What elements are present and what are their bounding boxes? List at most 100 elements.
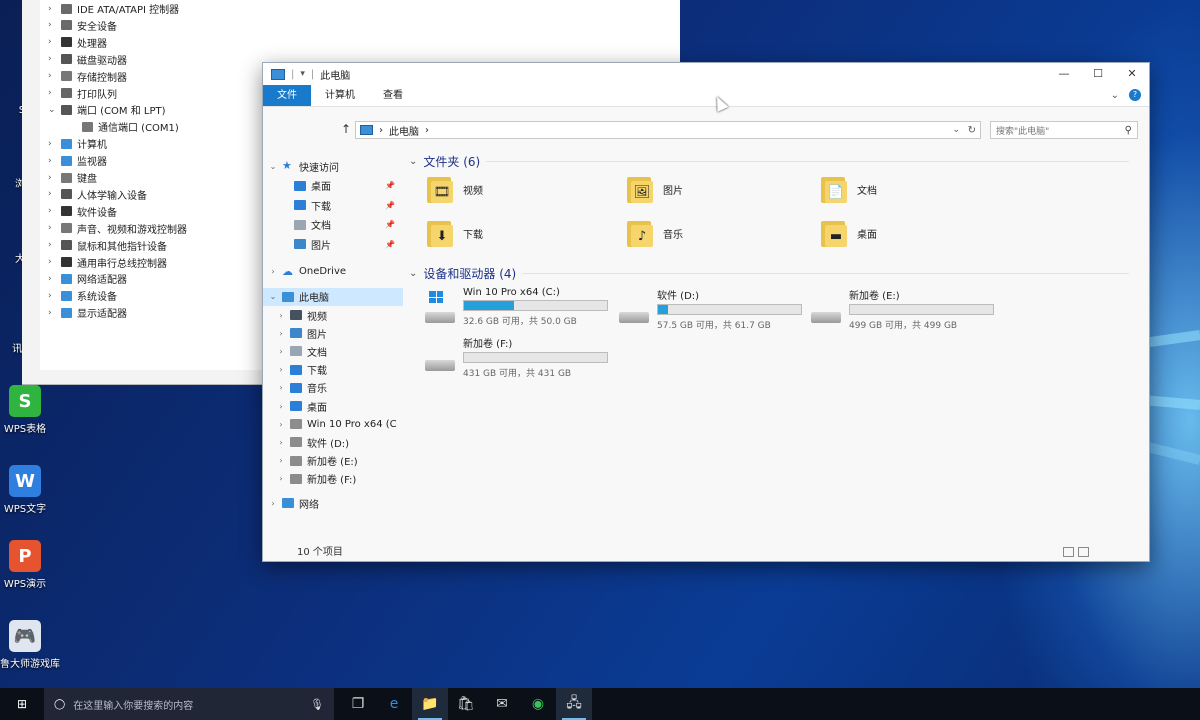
navigation-pane[interactable]: ⌄ ★ 快速访问 桌面 📌 下载 📌 文档 📌 图片 📌 › ☁ OneDrive ⌄ 此电脑 › 视频 › 图片 › 文… <box>263 149 403 539</box>
device-category[interactable]: › 存储控制器 <box>48 68 127 85</box>
device-category[interactable]: › 网络适配器 <box>48 270 127 287</box>
nav-this-pc-item[interactable]: › 下载 <box>263 361 403 379</box>
breadcrumb-separator[interactable]: › <box>425 125 429 136</box>
expand-arrow-icon[interactable]: › <box>48 54 56 64</box>
nav-this-pc-item[interactable]: › 新加卷 (E:) <box>263 452 403 470</box>
expand-arrow-icon[interactable]: › <box>48 206 56 216</box>
device-category[interactable]: › 鼠标和其他指针设备 <box>48 237 167 254</box>
pin-icon[interactable]: 📌 <box>385 201 395 210</box>
device-category[interactable]: › 计算机 <box>48 135 107 152</box>
expand-arrow-icon[interactable]: › <box>277 474 285 483</box>
chevron-down-icon[interactable]: ⌄ <box>409 268 417 279</box>
breadcrumb[interactable]: 此电脑 <box>389 123 419 138</box>
device-category[interactable]: › 安全设备 <box>48 17 117 34</box>
expand-ribbon-icon[interactable]: ⌄ <box>1111 90 1119 101</box>
nav-network[interactable]: › 网络 <box>263 494 403 512</box>
folder-item[interactable]: 🖼 图片 <box>627 173 683 205</box>
device-category[interactable]: ⌄ 端口 (COM 和 LPT) <box>48 101 166 118</box>
drive-item[interactable]: 新加卷 (E:) 499 GB 可用，共 499 GB <box>811 287 994 331</box>
search-icon[interactable]: ⚲ <box>1125 125 1132 136</box>
folder-item[interactable]: 📄 文档 <box>821 173 877 205</box>
nav-this-pc-item[interactable]: › 软件 (D:) <box>263 433 403 451</box>
close-button[interactable]: ✕ <box>1115 63 1149 85</box>
nav-pinned-item[interactable]: 图片 📌 <box>263 235 403 253</box>
nav-this-pc-item[interactable]: › 新加卷 (F:) <box>263 470 403 488</box>
device-category[interactable]: › IDE ATA/ATAPI 控制器 <box>48 0 179 17</box>
device-category[interactable]: › 键盘 <box>48 169 97 186</box>
expand-arrow-icon[interactable]: ⌄ <box>269 292 277 301</box>
taskbar-task-view-icon[interactable]: ❐ <box>340 688 376 720</box>
expand-arrow-icon[interactable]: › <box>48 223 56 233</box>
search-input[interactable]: 搜索"此电脑" ⚲ <box>990 121 1138 139</box>
expand-arrow-icon[interactable]: › <box>48 20 56 30</box>
taskbar-device-app-icon[interactable]: 🖧 <box>556 688 592 720</box>
details-view-icon[interactable] <box>1063 547 1074 557</box>
drive-item[interactable]: 软件 (D:) 57.5 GB 可用，共 61.7 GB <box>619 287 802 331</box>
tab-computer[interactable]: 计算机 <box>311 85 369 106</box>
nav-pinned-item[interactable]: 下载 📌 <box>263 196 403 214</box>
desktop-icon[interactable]: W WPS文字 <box>0 465 50 515</box>
quick-access-toolbar-dropdown[interactable]: ▾ <box>300 69 305 79</box>
expand-arrow-icon[interactable]: › <box>277 311 285 320</box>
device-category[interactable]: › 人体学输入设备 <box>48 186 147 203</box>
expand-arrow-icon[interactable]: ⌄ <box>269 162 277 171</box>
start-button[interactable]: ⊞ <box>0 688 44 720</box>
expand-arrow-icon[interactable]: › <box>48 189 56 199</box>
nav-this-pc-item[interactable]: › 桌面 <box>263 397 403 415</box>
chevron-down-icon[interactable]: ⌄ <box>409 156 417 167</box>
expand-arrow-icon[interactable]: › <box>48 139 56 149</box>
device-category[interactable]: › 显示适配器 <box>48 304 127 321</box>
taskbar-store-icon[interactable]: 🛍 <box>448 688 484 720</box>
expand-arrow-icon[interactable]: › <box>277 329 285 338</box>
nav-pinned-item[interactable]: 文档 📌 <box>263 216 403 234</box>
nav-this-pc-item[interactable]: › 图片 <box>263 324 403 342</box>
pin-icon[interactable]: 📌 <box>385 240 395 249</box>
title-bar[interactable]: | ▾ | 此电脑 — ☐ ✕ <box>263 63 1149 85</box>
microphone-icon[interactable]: 🎙 <box>310 698 324 711</box>
expand-arrow-icon[interactable]: › <box>277 383 285 392</box>
folder-item[interactable]: ♪ 音乐 <box>627 217 683 249</box>
desktop-icon[interactable]: 🎮 鲁大师游戏库 <box>0 620 60 670</box>
taskbar-file-explorer-icon[interactable]: 📁 <box>412 688 448 720</box>
chevron-down-icon[interactable]: ⌄ <box>952 125 960 135</box>
expand-arrow-icon[interactable]: › <box>48 274 56 284</box>
drive-item[interactable]: Win 10 Pro x64 (C:) 32.6 GB 可用，共 50.0 GB <box>425 287 608 327</box>
taskbar-search[interactable]: ◯ 在这里输入你要搜索的内容 🎙 <box>44 688 334 720</box>
help-icon[interactable]: ? <box>1129 89 1141 101</box>
large-icons-view-icon[interactable] <box>1078 547 1089 557</box>
expand-arrow-icon[interactable]: › <box>48 37 56 47</box>
expand-arrow-icon[interactable]: › <box>48 257 56 267</box>
desktop-icon[interactable]: S WPS表格 <box>0 385 50 435</box>
device-category[interactable]: › 磁盘驱动器 <box>48 51 127 68</box>
folder-item[interactable]: 🎞 视频 <box>427 173 483 205</box>
device-category[interactable]: › 监视器 <box>48 152 107 169</box>
content-pane[interactable]: ⌄ 文件夹 (6) 🎞 视频 🖼 图片 📄 文档 ⬇ 下载 ♪ 音乐 ▬ 桌面 ⌄ 设备和驱动器 (4… <box>409 149 1137 539</box>
expand-arrow-icon[interactable]: ⌄ <box>48 105 56 115</box>
desktop-icon[interactable]: P WPS演示 <box>0 540 50 590</box>
device-category[interactable]: › 声音、视频和游戏控制器 <box>48 220 187 237</box>
device-category[interactable]: 通信端口 (COM1) <box>82 118 179 135</box>
device-category[interactable]: › 系统设备 <box>48 287 117 304</box>
expand-arrow-icon[interactable]: › <box>277 347 285 356</box>
nav-this-pc-item[interactable]: › 文档 <box>263 342 403 360</box>
folder-item[interactable]: ⬇ 下载 <box>427 217 483 249</box>
breadcrumb-separator[interactable]: › <box>379 125 383 136</box>
expand-arrow-icon[interactable]: › <box>269 267 277 276</box>
expand-arrow-icon[interactable]: › <box>277 402 285 411</box>
taskbar-mail-icon[interactable]: ✉ <box>484 688 520 720</box>
device-category[interactable]: › 打印队列 <box>48 85 117 102</box>
expand-arrow-icon[interactable]: › <box>48 156 56 166</box>
device-category[interactable]: › 处理器 <box>48 34 107 51</box>
expand-arrow-icon[interactable]: › <box>277 456 285 465</box>
file-explorer-window[interactable]: | ▾ | 此电脑 — ☐ ✕ 文件 计算机 查看 ⌄ ? ↑ › 此电脑 › … <box>262 62 1150 562</box>
expand-arrow-icon[interactable]: › <box>48 173 56 183</box>
nav-this-pc-item[interactable]: › 音乐 <box>263 379 403 397</box>
expand-arrow-icon[interactable]: › <box>48 4 56 14</box>
nav-this-pc-item[interactable]: › 视频 <box>263 306 403 324</box>
nav-this-pc-item[interactable]: › Win 10 Pro x64 (C <box>263 415 403 433</box>
expand-arrow-icon[interactable]: › <box>277 365 285 374</box>
nav-onedrive[interactable]: › ☁ OneDrive <box>263 263 403 281</box>
expand-arrow-icon[interactable]: › <box>48 88 56 98</box>
drive-item[interactable]: 新加卷 (F:) 431 GB 可用，共 431 GB <box>425 335 608 379</box>
expand-arrow-icon[interactable]: › <box>277 438 285 447</box>
